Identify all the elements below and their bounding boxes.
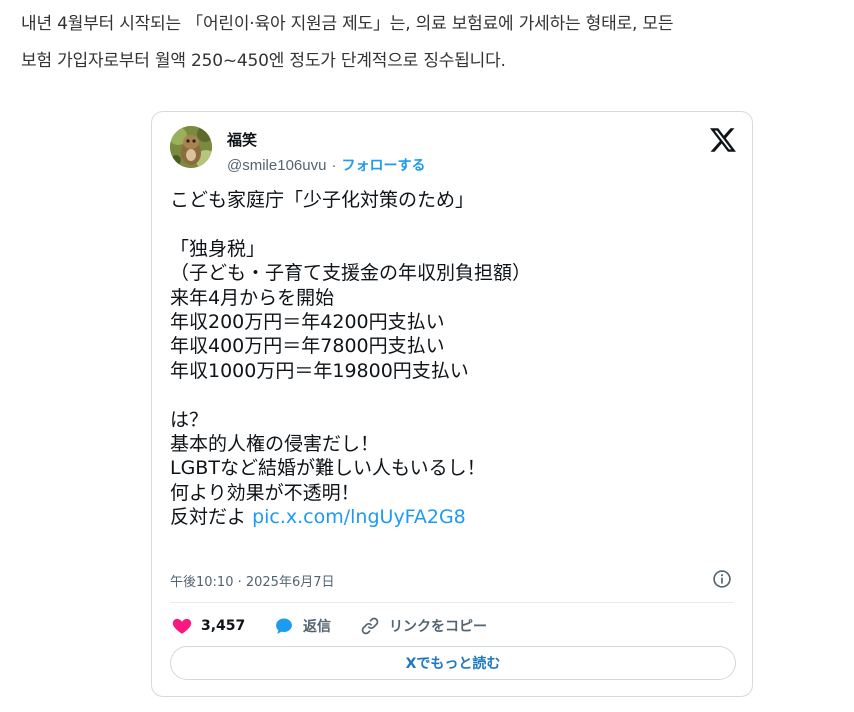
reply-bubble-icon bbox=[276, 618, 292, 634]
tweet-line: 基本的人権の侵害だし！ bbox=[170, 433, 380, 456]
intro-line: 보험 가입자로부터 월액 250~450엔 정도가 단계적으로 징수됩니다. bbox=[21, 51, 506, 71]
like-count: 3,457 bbox=[201, 618, 246, 634]
tweet-line: 来年4月からを開始 bbox=[170, 286, 335, 309]
tweet-media-link[interactable]: pic.x.com/lngUyFA2G8 bbox=[252, 506, 466, 528]
tweet-last-line-text: 反対だよ bbox=[170, 506, 247, 529]
tweet-last-line: 反対だよ pic.x.com/lngUyFA2G8 bbox=[170, 505, 740, 529]
intro-line: 내년 4월부터 시작되는 「어린이·육아 지원금 제도」는, 의료 보험료에 가… bbox=[21, 14, 674, 34]
tweet-line: は？ bbox=[170, 408, 209, 431]
link-chain-icon bbox=[361, 617, 379, 635]
tweet-timestamp[interactable]: 午後10:10 · 2025年6月7日 bbox=[170, 571, 335, 590]
reply-label: 返信 bbox=[303, 619, 331, 635]
follow-button[interactable]: フォローする bbox=[341, 158, 425, 174]
embedded-tweet-card: 福笑 @smile106uvu · フォローする こども家庭庁「少子化対策のため」 … bbox=[151, 111, 753, 697]
meta-separator: · bbox=[331, 157, 337, 174]
like-button[interactable]: 3,457 bbox=[172, 615, 245, 637]
avatar[interactable] bbox=[170, 126, 212, 168]
copy-link-button[interactable]: リンクをコピー bbox=[360, 615, 487, 637]
intro-paragraph: 내년 4월부터 시작되는 「어린이·육아 지원금 제도」는, 의료 보험료에 가… bbox=[21, 6, 851, 80]
author-display-name[interactable]: 福笑 bbox=[227, 129, 257, 150]
read-more-on-x-button[interactable]: Xでもっと読む bbox=[170, 646, 736, 680]
x-logo-icon[interactable] bbox=[710, 127, 736, 153]
author-meta: @smile106uvu · フォローする bbox=[227, 155, 425, 175]
tweet-text: こども家庭庁「少子化対策のため」 「独身税」 （子ども・子育て支援金の年収別負担… bbox=[170, 188, 740, 530]
tweet-line: 年収200万円＝年4200円支払い bbox=[170, 311, 445, 334]
tweet-line: LGBTなど結婚が難しい人もいるし！ bbox=[170, 457, 486, 480]
reply-button[interactable]: 返信 bbox=[274, 615, 331, 637]
tweet-line: こども家庭庁「少子化対策のため」 bbox=[170, 189, 475, 211]
heart-icon bbox=[172, 618, 192, 634]
author-handle[interactable]: @smile106uvu bbox=[227, 157, 326, 174]
info-icon[interactable] bbox=[712, 569, 732, 589]
tweet-line: 年収400万円＝年7800円支払い bbox=[170, 335, 445, 358]
avatar-image bbox=[170, 126, 212, 168]
tweet-divider bbox=[170, 602, 734, 603]
tweet-line bbox=[170, 212, 740, 236]
tweet-line: 何より効果が不透明！ bbox=[170, 481, 360, 504]
tweet-line: 年収1000万円＝年19800円支払い bbox=[170, 359, 469, 382]
tweet-line: （子ども・子育て支援金の年収別負担額） bbox=[170, 262, 532, 285]
tweet-line: 「独身税」 bbox=[170, 237, 266, 260]
copy-link-label: リンクをコピー bbox=[389, 619, 487, 635]
tweet-line bbox=[170, 383, 740, 407]
